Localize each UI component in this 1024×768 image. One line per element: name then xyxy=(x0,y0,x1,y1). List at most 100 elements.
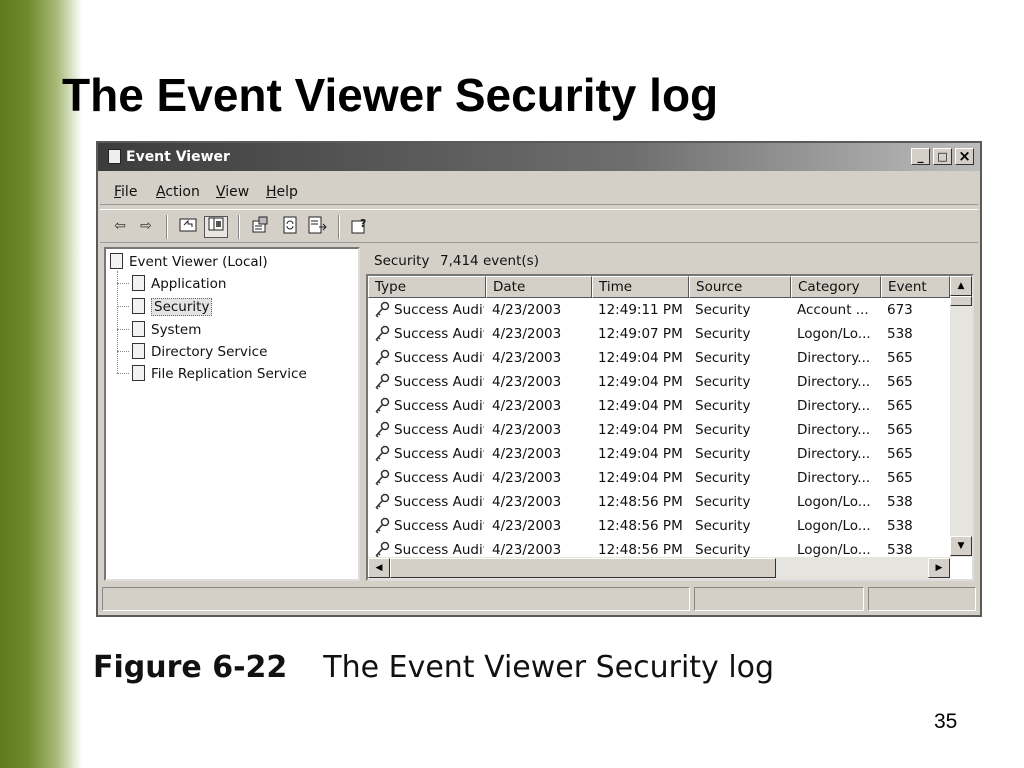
tree-item-application[interactable]: Application xyxy=(132,275,226,292)
tree-connector xyxy=(117,329,129,330)
cell-category: Directory... xyxy=(797,374,871,390)
status-bar xyxy=(102,587,976,613)
cell-date: 4/23/2003 xyxy=(492,398,562,414)
column-header-time[interactable]: Time xyxy=(592,276,689,298)
up-folder-icon[interactable] xyxy=(176,216,200,238)
cell-event: 565 xyxy=(887,422,913,438)
tree-connector xyxy=(117,351,129,352)
table-row[interactable]: Success Audit 4/23/2003 12:49:04 PM Securit… xyxy=(368,442,950,466)
title-bar[interactable]: Event Viewer _ □ × xyxy=(98,143,980,171)
properties-icon[interactable] xyxy=(248,216,272,238)
cell-time: 12:48:56 PM xyxy=(598,542,683,558)
table-row[interactable]: Success Audit 4/23/2003 12:49:07 PM Securit… xyxy=(368,322,950,346)
cell-source: Security xyxy=(695,470,751,486)
key-icon xyxy=(373,301,391,319)
cell-type: Success Audit xyxy=(394,470,484,486)
minimize-button[interactable]: _ xyxy=(911,148,930,165)
help-icon[interactable]: ? xyxy=(348,216,372,238)
log-file-icon xyxy=(132,343,145,359)
vertical-scroll-thumb[interactable] xyxy=(950,296,972,306)
menu-bar: File Action View Help xyxy=(100,175,978,205)
menu-view[interactable]: View xyxy=(216,184,249,200)
show-hide-tree-icon[interactable] xyxy=(204,216,228,238)
tree-item-security[interactable]: Security xyxy=(132,298,213,316)
console-tree-pane: Event Viewer (Local) Application Securit… xyxy=(104,247,360,581)
figure-number: Figure 6-22 xyxy=(93,650,288,685)
tree-item-directory-service[interactable]: Directory Service xyxy=(132,343,267,360)
table-row[interactable]: Success Audit 4/23/2003 12:49:04 PM Securit… xyxy=(368,418,950,442)
cell-date: 4/23/2003 xyxy=(492,326,562,342)
cell-event: 565 xyxy=(887,350,913,366)
menu-help[interactable]: Help xyxy=(266,184,298,200)
column-header-type[interactable]: Type xyxy=(368,276,486,298)
column-header-source[interactable]: Source xyxy=(689,276,791,298)
cell-source: Security xyxy=(695,518,751,534)
cell-event: 565 xyxy=(887,446,913,462)
table-row[interactable]: Success Audit 4/23/2003 12:49:04 PM Securit… xyxy=(368,394,950,418)
tree-item-file-replication-service[interactable]: File Replication Service xyxy=(132,365,307,382)
cell-time: 12:49:04 PM xyxy=(598,470,683,486)
vertical-scrollbar[interactable]: ▲ ▼ xyxy=(950,276,972,557)
refresh-icon[interactable] xyxy=(278,216,302,238)
menu-file[interactable]: File xyxy=(114,184,137,200)
column-header-event[interactable]: Event xyxy=(881,276,950,298)
page-number: 35 xyxy=(934,710,958,733)
status-cell-main xyxy=(102,587,690,611)
table-row[interactable]: Success Audit 4/23/2003 12:49:04 PM Securit… xyxy=(368,346,950,370)
key-icon xyxy=(373,397,391,415)
cell-date: 4/23/2003 xyxy=(492,446,562,462)
key-icon xyxy=(373,349,391,367)
menu-action[interactable]: Action xyxy=(156,184,200,200)
cell-time: 12:49:04 PM xyxy=(598,350,683,366)
table-row[interactable]: Success Audit 4/23/2003 12:49:11 PM Securit… xyxy=(368,298,950,322)
tree-connector xyxy=(117,306,129,307)
cell-event: 538 xyxy=(887,494,913,510)
tree-item-system[interactable]: System xyxy=(132,321,201,338)
table-row[interactable]: Success Audit 4/23/2003 12:48:56 PM Securit… xyxy=(368,490,950,514)
cell-source: Security xyxy=(695,374,751,390)
cell-event: 538 xyxy=(887,326,913,342)
cell-date: 4/23/2003 xyxy=(492,422,562,438)
table-row[interactable]: Success Audit 4/23/2003 12:49:04 PM Securit… xyxy=(368,370,950,394)
cell-category: Logon/Lo... xyxy=(797,542,871,558)
table-row[interactable]: Success Audit 4/23/2003 12:49:04 PM Securit… xyxy=(368,466,950,490)
figure-caption: Figure 6-22 The Event Viewer Security log xyxy=(93,650,774,685)
table-row[interactable]: Success Audit 4/23/2003 12:48:56 PM Securit… xyxy=(368,514,950,538)
event-count-label: 7,414 event(s) xyxy=(440,253,539,269)
cell-source: Security xyxy=(695,326,751,342)
cell-source: Security xyxy=(695,446,751,462)
tree-root-event-viewer-local[interactable]: Event Viewer (Local) xyxy=(110,253,268,270)
scroll-left-button[interactable]: ◀ xyxy=(368,558,390,578)
key-icon xyxy=(373,517,391,535)
export-list-icon[interactable] xyxy=(306,216,330,238)
toolbar: ⇦ ⇨ ? xyxy=(100,209,978,243)
key-icon xyxy=(373,373,391,391)
forward-arrow-icon[interactable]: ⇨ xyxy=(134,216,158,238)
cell-type: Success Audit xyxy=(394,422,484,438)
cell-event: 565 xyxy=(887,374,913,390)
key-icon xyxy=(373,421,391,439)
scroll-down-button[interactable]: ▼ xyxy=(950,536,972,556)
cell-event: 538 xyxy=(887,518,913,534)
tree-connector xyxy=(117,283,129,284)
event-viewer-icon xyxy=(110,253,123,269)
cell-category: Logon/Lo... xyxy=(797,518,871,534)
horizontal-scrollbar[interactable]: ◀ ▶ xyxy=(368,557,950,579)
back-arrow-icon[interactable]: ⇦ xyxy=(108,216,132,238)
cell-date: 4/23/2003 xyxy=(492,350,562,366)
column-header-category[interactable]: Category xyxy=(791,276,881,298)
cell-source: Security xyxy=(695,398,751,414)
log-file-icon xyxy=(132,321,145,337)
cell-time: 12:49:04 PM xyxy=(598,374,683,390)
close-button[interactable]: × xyxy=(955,148,974,165)
cell-type: Success Audit xyxy=(394,446,484,462)
cell-time: 12:48:56 PM xyxy=(598,494,683,510)
toolbar-separator xyxy=(166,215,168,239)
cell-date: 4/23/2003 xyxy=(492,494,562,510)
horizontal-scroll-thumb[interactable] xyxy=(390,558,776,578)
scroll-up-button[interactable]: ▲ xyxy=(950,276,972,296)
maximize-button[interactable]: □ xyxy=(933,148,952,165)
cell-source: Security xyxy=(695,542,751,558)
scroll-right-button[interactable]: ▶ xyxy=(928,558,950,578)
column-header-date[interactable]: Date xyxy=(486,276,592,298)
